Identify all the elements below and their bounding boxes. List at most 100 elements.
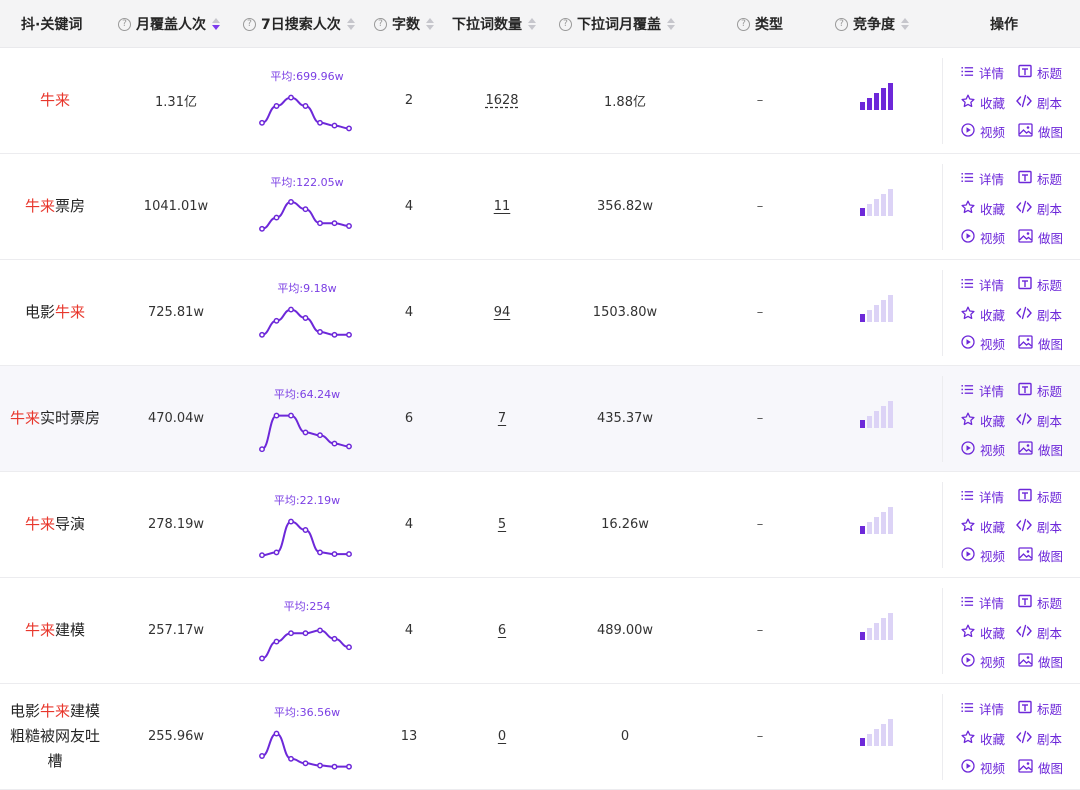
image-button[interactable]: 做图 [1018, 758, 1063, 777]
video-button[interactable]: 视频 [961, 440, 1005, 459]
script-button[interactable]: 剧本 [1016, 729, 1062, 748]
detail-button[interactable]: 详情 [961, 699, 1004, 718]
script-button[interactable]: 剧本 [1016, 93, 1062, 112]
favorite-button[interactable]: 收藏 [961, 199, 1005, 218]
title-button[interactable]: 标题 [1018, 63, 1062, 82]
table-row[interactable]: 牛来实时票房 470.04w 平均:64.24w 6 7 435.37w – 详… [0, 366, 1080, 472]
sort-icon[interactable] [426, 18, 434, 30]
script-button[interactable]: 剧本 [1016, 305, 1062, 324]
script-button[interactable]: 剧本 [1016, 623, 1062, 642]
dropdown-count-text[interactable]: 1628 [485, 93, 518, 108]
dropdown-count-text[interactable]: 5 [498, 517, 506, 532]
question-icon[interactable]: ? [243, 17, 256, 31]
image-button[interactable]: 做图 [1018, 228, 1063, 247]
sort-icon[interactable] [346, 18, 355, 30]
keyword-text[interactable]: 电影牛来 [25, 300, 85, 325]
detail-button[interactable]: 详情 [961, 275, 1004, 294]
table-row[interactable]: 电影牛来建模 粗糙被网友吐槽 255.96w 平均:36.56w 13 0 0 … [0, 684, 1080, 790]
dropdown-count-link[interactable]: 5 [472, 472, 532, 577]
header-monthly-cover[interactable]: ? 月覆盖人次 [118, 0, 220, 48]
image-button[interactable]: 做图 [1018, 440, 1063, 459]
header-dropdown-cover[interactable]: ? 下拉词月覆盖 [559, 0, 675, 48]
title-button[interactable]: 标题 [1018, 275, 1062, 294]
detail-button[interactable]: 详情 [961, 487, 1004, 506]
dropdown-count-link[interactable]: 6 [472, 578, 532, 683]
favorite-button[interactable]: 收藏 [961, 623, 1005, 642]
header-competition[interactable]: ? 竞争度 [835, 0, 909, 48]
title-button[interactable]: 标题 [1018, 487, 1062, 506]
keyword-cell[interactable]: 牛来票房 [0, 154, 110, 259]
keyword-text[interactable]: 牛来实时票房 [10, 406, 100, 431]
dropdown-count-text[interactable]: 11 [494, 199, 511, 214]
sort-icon[interactable] [901, 18, 909, 30]
favorite-button[interactable]: 收藏 [961, 93, 1005, 112]
header-dropdown-count[interactable]: 下拉词数量 [452, 0, 536, 48]
detail-button[interactable]: 详情 [961, 63, 1004, 82]
table-row[interactable]: 牛来建模 257.17w 平均:254 4 6 489.00w – 详情 标题 … [0, 578, 1080, 684]
keyword-text[interactable]: 牛来票房 [25, 194, 85, 219]
favorite-button[interactable]: 收藏 [961, 305, 1005, 324]
table-row[interactable]: 牛来 1.31亿 平均:699.96w 2 1628 1.88亿 – 详情 标题… [0, 48, 1080, 154]
trend-sparkline[interactable] [256, 724, 356, 774]
dropdown-count-link[interactable]: 1628 [472, 48, 532, 153]
table-row[interactable]: 牛来票房 1041.01w 平均:122.05w 4 11 356.82w – … [0, 154, 1080, 260]
sort-icon[interactable] [667, 18, 675, 30]
video-button[interactable]: 视频 [961, 758, 1005, 777]
sort-icon[interactable] [528, 18, 536, 30]
trend-sparkline[interactable] [256, 406, 356, 456]
detail-button[interactable]: 详情 [961, 381, 1004, 400]
dropdown-count-text[interactable]: 0 [498, 729, 506, 744]
video-button[interactable]: 视频 [961, 334, 1005, 353]
script-button[interactable]: 剧本 [1016, 517, 1062, 536]
image-button[interactable]: 做图 [1018, 652, 1063, 671]
image-button[interactable]: 做图 [1018, 122, 1063, 141]
keyword-cell[interactable]: 牛来建模 [0, 578, 110, 683]
trend-sparkline[interactable] [256, 194, 356, 244]
video-button[interactable]: 视频 [961, 546, 1005, 565]
trend-sparkline[interactable] [256, 300, 356, 350]
image-button[interactable]: 做图 [1018, 334, 1063, 353]
table-row[interactable]: 牛来导演 278.19w 平均:22.19w 4 5 16.26w – 详情 标… [0, 472, 1080, 578]
detail-button[interactable]: 详情 [961, 593, 1004, 612]
script-button[interactable]: 剧本 [1016, 199, 1062, 218]
video-button[interactable]: 视频 [961, 122, 1005, 141]
image-button[interactable]: 做图 [1018, 546, 1063, 565]
dropdown-count-link[interactable]: 7 [472, 366, 532, 471]
video-button[interactable]: 视频 [961, 228, 1005, 247]
keyword-cell[interactable]: 牛来 [0, 48, 110, 153]
script-button[interactable]: 剧本 [1016, 411, 1062, 430]
favorite-button[interactable]: 收藏 [961, 411, 1005, 430]
keyword-cell[interactable]: 牛来导演 [0, 472, 110, 577]
keyword-text[interactable]: 牛来导演 [25, 512, 85, 537]
title-button[interactable]: 标题 [1018, 699, 1062, 718]
header-type[interactable]: ? 类型 [737, 0, 783, 48]
dropdown-count-link[interactable]: 94 [472, 260, 532, 365]
keyword-cell[interactable]: 牛来实时票房 [0, 366, 110, 471]
table-row[interactable]: 电影牛来 725.81w 平均:9.18w 4 94 1503.80w – 详情… [0, 260, 1080, 366]
detail-button[interactable]: 详情 [961, 169, 1004, 188]
keyword-text[interactable]: 牛来 [40, 88, 70, 113]
question-icon[interactable]: ? [835, 17, 848, 31]
question-icon[interactable]: ? [737, 17, 750, 31]
trend-sparkline[interactable] [256, 512, 356, 562]
dropdown-count-text[interactable]: 94 [494, 305, 511, 320]
dropdown-count-text[interactable]: 6 [498, 623, 506, 638]
dropdown-count-link[interactable]: 0 [472, 684, 532, 789]
title-button[interactable]: 标题 [1018, 169, 1062, 188]
trend-sparkline[interactable] [256, 88, 356, 138]
favorite-button[interactable]: 收藏 [961, 729, 1005, 748]
header-char-count[interactable]: ? 字数 [374, 0, 434, 48]
dropdown-count-text[interactable]: 7 [498, 411, 506, 426]
trend-sparkline[interactable] [256, 618, 356, 668]
keyword-text[interactable]: 电影牛来建模 粗糙被网友吐槽 [10, 699, 100, 774]
keyword-text[interactable]: 牛来建模 [25, 618, 85, 643]
header-weekly-search[interactable]: ? 7日搜索人次 [243, 0, 355, 48]
question-icon[interactable]: ? [559, 17, 572, 31]
keyword-cell[interactable]: 电影牛来 [0, 260, 110, 365]
sort-icon[interactable] [212, 18, 220, 30]
video-button[interactable]: 视频 [961, 652, 1005, 671]
question-icon[interactable]: ? [118, 17, 131, 31]
title-button[interactable]: 标题 [1018, 381, 1062, 400]
favorite-button[interactable]: 收藏 [961, 517, 1005, 536]
title-button[interactable]: 标题 [1018, 593, 1062, 612]
